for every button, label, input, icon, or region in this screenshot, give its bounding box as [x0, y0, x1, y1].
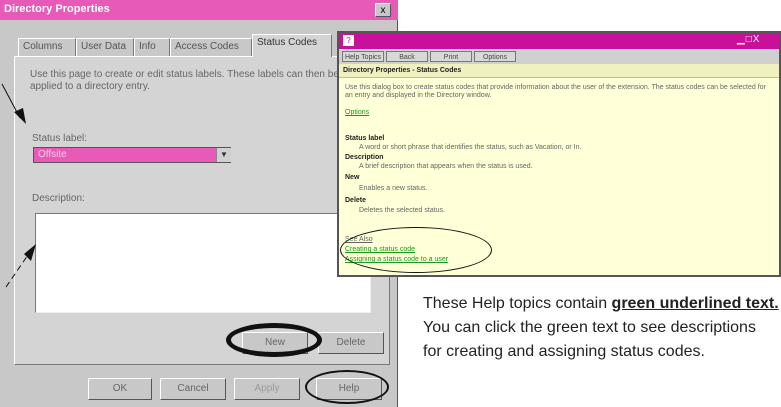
- creating-status-code-link[interactable]: Creating a status code: [345, 246, 415, 253]
- status-label-dropdown[interactable]: Offsite ▼: [33, 147, 231, 163]
- print-button[interactable]: Print: [430, 51, 472, 62]
- window-controls-icon[interactable]: ▁□X: [737, 34, 760, 45]
- options-link[interactable]: Options: [345, 109, 369, 116]
- help-desc-delete: Deletes the selected status.: [359, 207, 445, 214]
- help-title-bar[interactable]: ? ▁□X: [339, 33, 779, 49]
- help-intro-line-2: an entry and displayed in the Directory …: [345, 92, 492, 99]
- help-term-description: Description: [345, 154, 384, 161]
- tab-access-codes[interactable]: Access Codes: [170, 38, 252, 56]
- assigning-status-code-link[interactable]: Assigning a status code to a user: [345, 256, 448, 263]
- help-topics-button[interactable]: Help Topics: [342, 51, 384, 62]
- help-heading: Directory Properties - Status Codes: [343, 67, 462, 74]
- pointer-arrows: [1, 83, 36, 288]
- new-button[interactable]: New: [242, 332, 308, 354]
- help-intro-line-1: Use this dialog box to create status cod…: [345, 84, 766, 91]
- tab-info[interactable]: Info: [134, 38, 170, 56]
- caption-text: These Help topics contain green underlin…: [423, 292, 779, 364]
- caption-part-2: You can click the green text to see desc…: [423, 319, 756, 360]
- delete-button[interactable]: Delete: [318, 332, 384, 354]
- back-button[interactable]: Back: [386, 51, 428, 62]
- tab-panel: [14, 56, 390, 365]
- help-button[interactable]: Help: [316, 378, 382, 400]
- cancel-button[interactable]: Cancel: [160, 378, 226, 400]
- help-desc-new: Enables a new status.: [359, 185, 428, 192]
- apply-button[interactable]: Apply: [234, 378, 300, 400]
- help-heading-bar: Directory Properties - Status Codes: [339, 64, 779, 78]
- ok-button[interactable]: OK: [88, 378, 152, 400]
- caption-part-1: These Help topics contain: [423, 295, 612, 312]
- arrow-line-2: [5, 254, 29, 288]
- help-body: Use this dialog box to create status cod…: [339, 78, 779, 275]
- close-icon[interactable]: x: [375, 3, 391, 17]
- help-term-new: New: [345, 174, 360, 181]
- instructions-line-1: Use this page to create or edit status l…: [30, 69, 339, 80]
- help-desc-description: A brief description that appears when th…: [359, 163, 533, 170]
- description-textarea[interactable]: [35, 213, 371, 313]
- see-also-heading: See Also: [345, 236, 373, 243]
- help-toolbar: Help Topics Back Print Options: [339, 49, 779, 64]
- caption-underlined: green underlined text.: [611, 295, 779, 312]
- options-button[interactable]: Options: [474, 51, 516, 62]
- chevron-down-icon[interactable]: ▼: [216, 148, 231, 162]
- help-app-icon: ?: [343, 35, 354, 46]
- tab-status-codes[interactable]: Status Codes: [252, 34, 332, 57]
- help-term-delete: Delete: [345, 197, 367, 204]
- help-window: ? ▁□X Help Topics Back Print Options Dir…: [337, 31, 781, 277]
- help-desc-status-label: A word or short phrase that identifies t…: [359, 144, 582, 151]
- help-term-status-label: Status label: [345, 135, 385, 142]
- tab-user-data[interactable]: User Data: [76, 38, 134, 56]
